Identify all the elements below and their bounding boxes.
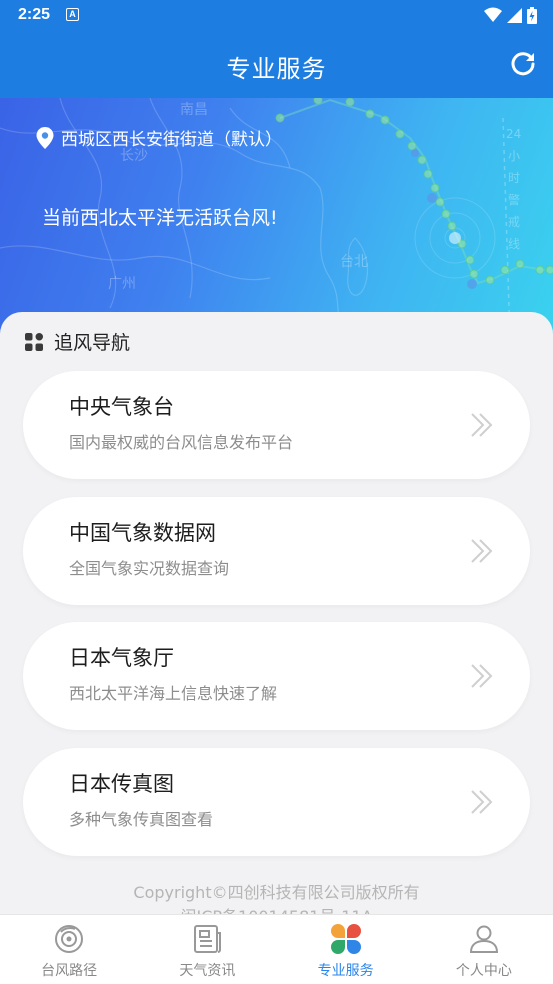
tab-typhoon-path[interactable]: 台风路径 [0,915,138,984]
map-label: 长沙 [120,148,148,164]
card-subtitle: 西北太平洋海上信息快速了解 [69,684,278,703]
card-title: 中国气象数据网 [69,521,216,545]
wifi-icon [484,7,502,22]
warning-line-label: 戒 [508,215,520,229]
status-bar: 2:25 A [0,0,553,32]
warning-line-label: 时 [508,171,520,185]
double-chevron-right-icon [471,790,493,814]
double-chevron-right-icon [471,664,493,688]
typhoon-icon [55,925,84,953]
nav-card-cma-data[interactable]: 中国气象数据网 全国气象实况数据查询 [23,497,530,605]
card-subtitle: 全国气象实况数据查询 [69,559,230,578]
bottom-nav: 台风路径 天气资讯 专业服务 个人中心 [0,914,553,984]
double-chevron-right-icon [471,539,493,563]
nav-card-cma[interactable]: 中央气象台 国内最权威的台风信息发布平台 [23,371,530,479]
refresh-icon[interactable] [507,48,539,80]
card-subtitle: 国内最权威的台风信息发布平台 [69,433,294,452]
hero-banner: 南昌 长沙 台北 广州 24 小 时 警 戒 线 西城区西长安街街道（默认） 当… [0,98,553,338]
card-title: 日本气象厅 [69,646,174,670]
content-panel: 追风导航 中央气象台 国内最权威的台风信息发布平台 中国气象数据网 全国气象实况… [0,312,553,926]
card-title: 日本传真图 [69,772,174,796]
map-label: 南昌 [180,102,208,118]
tab-label: 天气资讯 [179,963,236,979]
location-text: 西城区西长安街街道（默认） [61,130,282,150]
notification-icon: A [66,8,79,21]
clover-icon [330,924,361,954]
location-pin-icon [36,126,54,149]
person-icon [469,925,498,953]
status-time: 2:25 [18,6,51,23]
warning-line-label: 小 [508,149,520,163]
card-subtitle: 多种气象传真图查看 [69,810,214,829]
double-chevron-right-icon [471,413,493,437]
map-label: 广州 [108,276,136,292]
app-bar: 专业服务 [0,32,553,98]
signal-icon [507,7,522,23]
card-title: 中央气象台 [69,395,174,419]
nav-card-jma[interactable]: 日本气象厅 西北太平洋海上信息快速了解 [23,622,530,730]
map-label: 台北 [340,254,368,270]
tab-personal-center[interactable]: 个人中心 [415,915,553,984]
warning-line-label: 线 [508,237,520,251]
section-title: 追风导航 [54,332,131,354]
tab-label: 专业服务 [317,963,374,979]
section-header: 追风导航 [24,328,130,355]
copyright-text: Copyright©四创科技有限公司版权所有 [133,883,420,902]
typhoon-status-text: 当前西北太平洋无活跃台风! [42,207,278,229]
battery-icon [527,6,537,24]
tab-label: 台风路径 [41,963,98,979]
system-status-icons [484,5,537,25]
tab-weather-news[interactable]: 天气资讯 [138,915,276,984]
nav-card-jma-fax[interactable]: 日本传真图 多种气象传真图查看 [23,748,530,856]
grid-icon [25,332,43,351]
page-title: 专业服务 [226,55,327,83]
tab-pro-services[interactable]: 专业服务 [277,915,415,984]
tab-label: 个人中心 [455,963,512,979]
location-selector[interactable]: 西城区西长安街街道（默认） [36,125,282,150]
warning-line-label: 警 [508,192,520,207]
news-icon [194,925,222,953]
warning-line-label: 24 [506,127,521,141]
